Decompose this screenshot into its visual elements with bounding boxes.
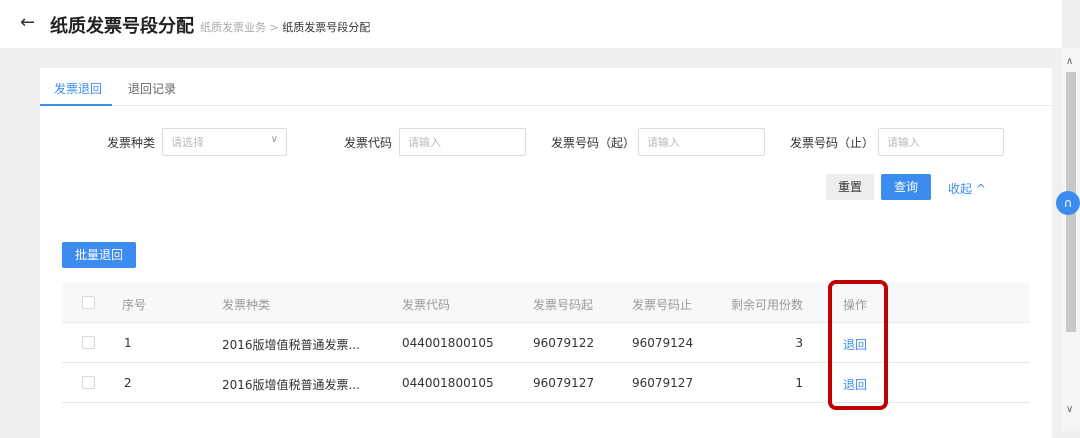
row-number: 2 — [124, 376, 132, 390]
invoice-code-placeholder: 请输入 — [408, 136, 441, 149]
column-header: 序号 — [122, 298, 147, 312]
page-header: ← 纸质发票号段分配 纸质发票业务 > 纸质发票号段分配 — [0, 0, 1062, 48]
page-title: 纸质发票号段分配 — [50, 16, 194, 37]
invoice-code: 044001800105 — [402, 336, 494, 350]
scroll-down-icon[interactable]: ∨ — [1066, 404, 1073, 415]
invoice-number-end: 96079124 — [632, 336, 694, 350]
breadcrumb: 纸质发票业务 > 纸质发票号段分配 — [200, 19, 370, 35]
tab-bar: 发票退回 退回记录 — [40, 68, 1052, 106]
tab-return-records[interactable]: 退回记录 — [128, 80, 176, 97]
row-number: 1 — [124, 336, 132, 350]
invoice-number-start-input[interactable]: 请输入 — [638, 128, 765, 156]
reset-button[interactable]: 重置 — [826, 174, 874, 200]
highlight-box — [828, 280, 888, 410]
column-header: 发票代码 — [402, 298, 451, 312]
invoice-type-label: 发票种类 — [107, 136, 156, 150]
row-checkbox[interactable] — [82, 336, 95, 349]
select-all-checkbox[interactable] — [82, 296, 95, 309]
invoice-code-input[interactable]: 请输入 — [399, 128, 526, 156]
invoice-number-start-label: 发票号码（起） — [551, 136, 636, 150]
column-header: 剩余可用份数 — [730, 298, 803, 312]
collapse-toggle[interactable]: 收起 ^ — [948, 180, 986, 197]
invoice-type: 2016版增值税普通发票... — [222, 378, 360, 392]
column-header: 发票号码起 — [533, 298, 594, 312]
invoice-code-label: 发票代码 — [344, 136, 393, 150]
row-checkbox[interactable] — [82, 376, 95, 389]
invoice-number-end-placeholder: 请输入 — [887, 136, 920, 149]
invoice-number-end: 96079127 — [632, 376, 694, 390]
tab-invoice-return[interactable]: 发票退回 — [54, 80, 102, 97]
query-button[interactable]: 查询 — [881, 174, 931, 200]
scroll-up-icon[interactable]: ∧ — [1066, 56, 1073, 67]
chevron-down-icon: ∨ — [270, 134, 278, 145]
invoice-number-start: 96079127 — [533, 376, 595, 390]
column-header: 发票号码止 — [632, 298, 693, 312]
headset-support-icon[interactable]: ∩ — [1056, 191, 1080, 215]
vertical-scrollbar[interactable]: ∧ ∨ — [1062, 48, 1080, 431]
invoice-number-end-input[interactable]: 请输入 — [878, 128, 1004, 156]
remaining-count: 1 — [795, 376, 803, 390]
active-tab-indicator — [40, 104, 112, 106]
batch-return-button[interactable]: 批量退回 — [62, 242, 136, 268]
content-card: 发票退回 退回记录 发票种类 请选择 ∨ 发票代码 请输入 发票号码（起） 请输入… — [40, 68, 1052, 438]
breadcrumb-current: 纸质发票号段分配 — [282, 21, 371, 34]
invoice-number-end-label: 发票号码（止） — [790, 136, 875, 150]
invoice-code: 044001800105 — [402, 376, 494, 390]
invoice-type-select[interactable]: 请选择 ∨ — [162, 128, 287, 156]
invoice-number-start: 96079122 — [533, 336, 595, 350]
remaining-count: 3 — [795, 336, 803, 350]
invoice-number-start-placeholder: 请输入 — [647, 136, 680, 149]
invoice-type-placeholder: 请选择 — [171, 136, 204, 149]
back-arrow-icon[interactable]: ← — [20, 12, 35, 33]
invoice-type: 2016版增值税普通发票... — [222, 338, 360, 352]
breadcrumb-separator: > — [269, 21, 279, 34]
breadcrumb-parent[interactable]: 纸质发票业务 — [200, 21, 266, 34]
column-header: 发票种类 — [222, 298, 271, 312]
